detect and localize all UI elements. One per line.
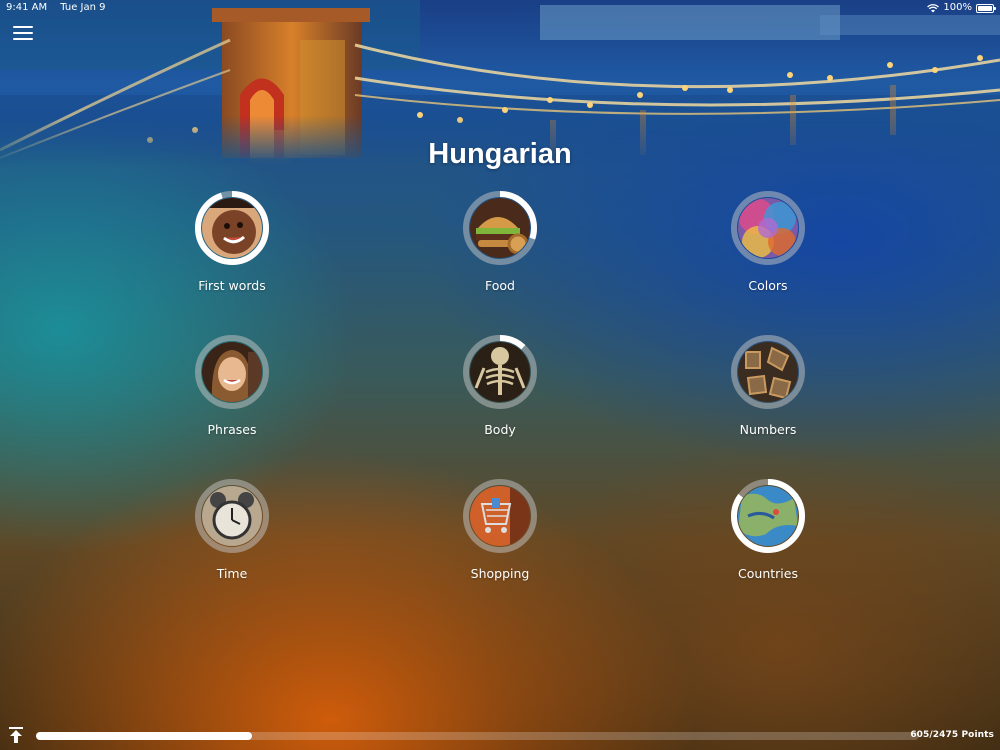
progress-ring bbox=[731, 335, 805, 409]
shopping-cart-image bbox=[470, 486, 530, 546]
category-time[interactable]: Time bbox=[152, 479, 312, 589]
hamburger-menu-button[interactable] bbox=[13, 24, 35, 42]
smiling-child-image bbox=[202, 198, 262, 258]
status-time: 9:41 AM bbox=[6, 2, 48, 13]
battery-icon bbox=[976, 3, 996, 13]
category-label: Time bbox=[216, 566, 248, 581]
progress-ring bbox=[731, 191, 805, 265]
burger-image bbox=[470, 198, 530, 258]
category-food[interactable]: Food bbox=[420, 191, 580, 301]
alarm-clock-image bbox=[202, 486, 262, 546]
category-body[interactable]: Body bbox=[420, 335, 580, 445]
progress-ring bbox=[195, 191, 269, 265]
category-label: Shopping bbox=[470, 566, 530, 581]
category-label: Numbers bbox=[739, 422, 797, 437]
hamburger-menu-icon bbox=[13, 26, 33, 28]
color-powder-image bbox=[738, 198, 798, 258]
progress-ring bbox=[463, 479, 537, 553]
status-date: Tue Jan 9 bbox=[60, 2, 106, 13]
points-progress-track bbox=[36, 732, 919, 740]
category-label: Body bbox=[484, 422, 516, 437]
points-progress-fill bbox=[36, 732, 252, 740]
category-label: Phrases bbox=[207, 422, 257, 437]
category-label: First words bbox=[198, 278, 266, 293]
woman-smiling-image bbox=[202, 342, 262, 402]
progress-ring bbox=[195, 335, 269, 409]
category-label: Colors bbox=[748, 278, 788, 293]
category-label: Food bbox=[485, 278, 515, 293]
category-shopping[interactable]: Shopping bbox=[420, 479, 580, 589]
category-countries[interactable]: Countries bbox=[688, 479, 848, 589]
progress-ring bbox=[731, 479, 805, 553]
category-label: Countries bbox=[738, 566, 798, 581]
category-first-words[interactable]: First words bbox=[152, 191, 312, 301]
map-image bbox=[738, 486, 798, 546]
scroll-to-top-icon[interactable] bbox=[8, 726, 24, 744]
category-phrases[interactable]: Phrases bbox=[152, 335, 312, 445]
wifi-icon bbox=[927, 3, 940, 12]
progress-ring bbox=[463, 191, 537, 265]
category-colors[interactable]: Colors bbox=[688, 191, 848, 301]
category-numbers[interactable]: Numbers bbox=[688, 335, 848, 445]
battery-percentage: 100% bbox=[943, 2, 972, 13]
page-title: Hungarian bbox=[428, 138, 572, 170]
status-bar: 9:41 AM Tue Jan 9 100% bbox=[0, 0, 1000, 16]
skeleton-image bbox=[470, 342, 530, 402]
progress-ring bbox=[195, 479, 269, 553]
footer-progress-bar: 605/2475 Points bbox=[0, 724, 1000, 748]
progress-ring bbox=[463, 335, 537, 409]
metal-numbers-image bbox=[738, 342, 798, 402]
points-label: 605/2475 Points bbox=[910, 730, 994, 740]
